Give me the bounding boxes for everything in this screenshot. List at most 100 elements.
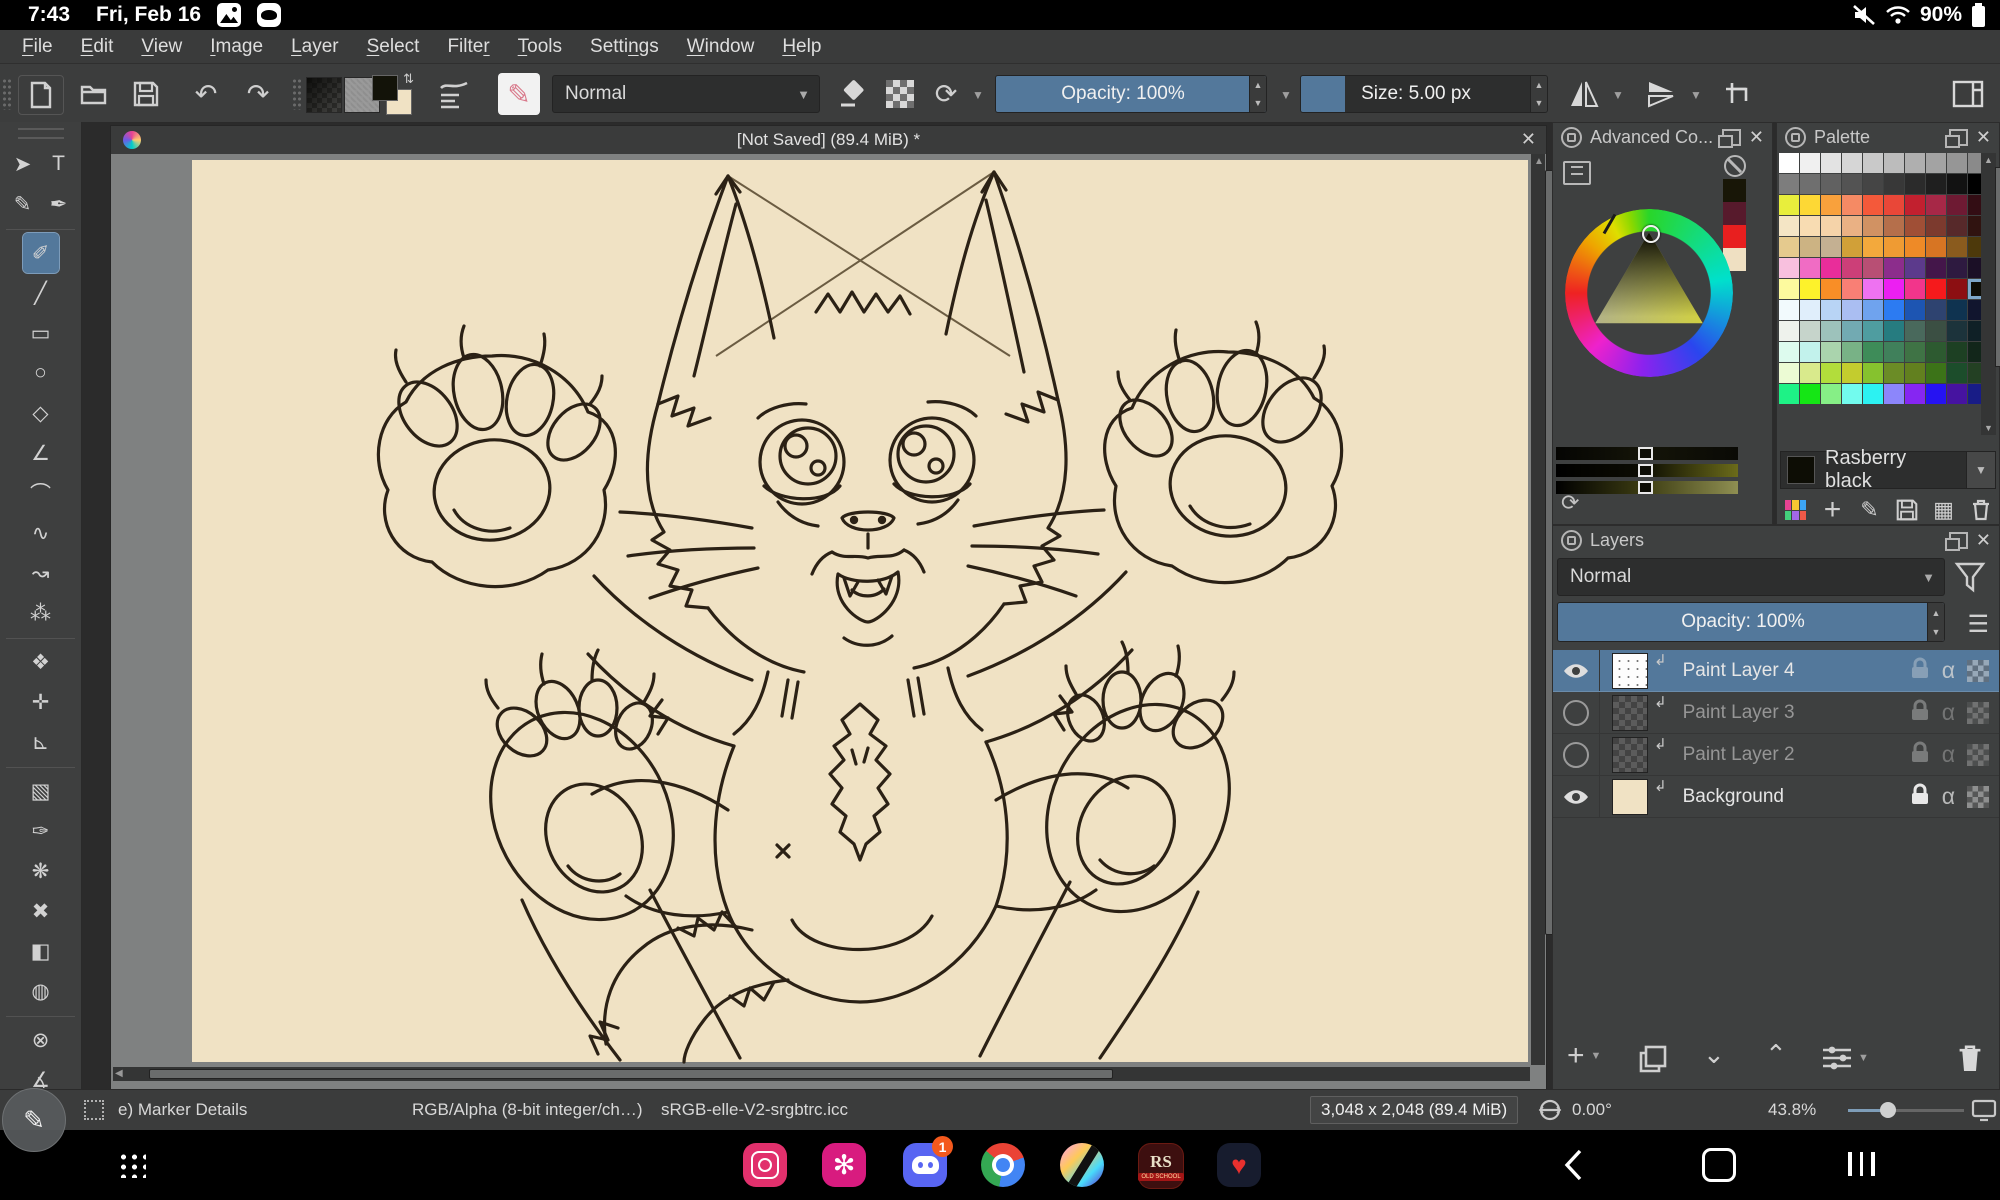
selection-indicator-icon[interactable]	[84, 1100, 104, 1120]
fill-tool[interactable]: ◧	[23, 931, 59, 971]
move-layer-up-button[interactable]: ⌃	[1765, 1039, 1787, 1070]
layer-blending-mode-dropdown[interactable]: Normal▼	[1557, 558, 1945, 596]
menu-view[interactable]: View	[127, 30, 196, 63]
palette-scrollbar-thumb[interactable]	[1995, 167, 2000, 367]
reset-rotation-icon[interactable]	[1538, 1090, 1562, 1130]
add-layer-button[interactable]: +▼	[1567, 1039, 1601, 1073]
palette-swatch[interactable]	[1884, 321, 1904, 341]
blending-mode-dropdown[interactable]: Normal▼	[552, 75, 820, 113]
palette-swatch[interactable]	[1842, 342, 1862, 362]
layer-inherit-alpha-toggle[interactable]	[1967, 786, 1989, 808]
palette-swatch[interactable]	[1800, 153, 1820, 173]
zoom-percent[interactable]: 43.8%	[1768, 1090, 1816, 1130]
palette-swatch[interactable]	[1800, 174, 1820, 194]
layer-row[interactable]: ↳ Background α	[1553, 776, 1999, 818]
shade-selector-strip-1[interactable]	[1556, 447, 1738, 460]
palette-swatch[interactable]	[1800, 300, 1820, 320]
opacity-slider[interactable]: Opacity: 100% ▲▼	[995, 75, 1267, 113]
document-close-button[interactable]: ✕	[1521, 129, 1536, 150]
menu-filter[interactable]: Filter	[433, 30, 503, 63]
palette-swatch[interactable]	[1821, 195, 1841, 215]
layer-filter-icon[interactable]	[1955, 562, 1985, 592]
palette-swatch[interactable]	[1947, 258, 1967, 278]
palette-swatch[interactable]	[1821, 300, 1841, 320]
app-drawer-button[interactable]	[118, 1152, 146, 1178]
palette-swatch[interactable]	[1863, 342, 1883, 362]
palette-swatch[interactable]	[1926, 237, 1946, 257]
palette-swatch[interactable]	[1926, 153, 1946, 173]
shade-selector-strip-3[interactable]	[1556, 481, 1738, 494]
layer-inherit-alpha-toggle[interactable]	[1967, 702, 1989, 724]
document-titlebar[interactable]: [Not Saved] (89.4 MiB) * ✕	[111, 126, 1546, 154]
multibrush-tool[interactable]: ⁂	[23, 593, 59, 633]
layer-thumbnail[interactable]	[1612, 695, 1648, 731]
menu-image[interactable]: Image	[196, 30, 277, 63]
polygon-tool[interactable]: ◇	[23, 393, 59, 433]
floating-brush-button[interactable]: ✎	[2, 1088, 66, 1152]
layer-properties-button[interactable]: ▼	[1821, 1045, 1869, 1071]
palette-swatch[interactable]	[1779, 216, 1799, 236]
palette-swatch[interactable]	[1884, 342, 1904, 362]
smart-patch-tool[interactable]: ✖	[23, 891, 59, 931]
layer-row[interactable]: ↳ Paint Layer 4 α	[1553, 650, 1999, 692]
palette-swatch[interactable]	[1779, 195, 1799, 215]
discord-app-icon[interactable]: 1	[903, 1143, 947, 1187]
text-tool[interactable]: T	[41, 144, 77, 184]
palette-swatch[interactable]	[1800, 342, 1820, 362]
menu-help[interactable]: Help	[768, 30, 835, 63]
palette-swatch[interactable]	[1779, 342, 1799, 362]
mirror-horizontal-caret[interactable]: ▼	[1612, 88, 1624, 102]
palette-swatch[interactable]	[1926, 258, 1946, 278]
runescape-app-icon[interactable]: RS OLD SCHOOL	[1138, 1143, 1184, 1189]
palette-swatch[interactable]	[1905, 174, 1925, 194]
brush-settings-button[interactable]	[432, 75, 476, 113]
move-layer-down-button[interactable]: ⌄	[1703, 1039, 1725, 1070]
add-color-button[interactable]: +	[1818, 496, 1848, 524]
palette-swatch[interactable]	[1779, 153, 1799, 173]
palette-swatch[interactable]	[1905, 342, 1925, 362]
chrome-app-icon[interactable]	[981, 1143, 1025, 1187]
palette-swatch[interactable]	[1821, 321, 1841, 341]
palette-swatch[interactable]	[1842, 174, 1862, 194]
layer-opacity-slider[interactable]: Opacity: 100% ▲▼	[1557, 602, 1945, 642]
history-swatch[interactable]	[1723, 225, 1746, 248]
current-brush-name[interactable]: e) Marker Details	[118, 1090, 247, 1130]
workspace-chooser-button[interactable]	[1946, 75, 1990, 113]
select-shapes-tool[interactable]: ➤	[5, 144, 41, 184]
palette-swatch[interactable]	[1779, 258, 1799, 278]
palette-swatch[interactable]	[1905, 258, 1925, 278]
palette-swatch[interactable]	[1821, 363, 1841, 383]
recents-button[interactable]	[1848, 1152, 1875, 1176]
docker-float-button[interactable]	[1722, 129, 1741, 146]
layer-lock-toggle[interactable]	[1910, 657, 1930, 684]
ellipse-tool[interactable]: ○	[23, 353, 59, 393]
layer-row[interactable]: ↳ Paint Layer 3 α	[1553, 692, 1999, 734]
gradient-tool[interactable]: ▧	[23, 771, 59, 811]
sketchbook-app-icon[interactable]	[1060, 1143, 1104, 1187]
palette-swatch[interactable]	[1821, 153, 1841, 173]
image-dimensions-button[interactable]: 3,048 x 2,048 (89.4 MiB)	[1310, 1096, 1518, 1124]
palette-swatch[interactable]	[1926, 174, 1946, 194]
undo-button[interactable]: ↶	[184, 75, 228, 113]
docker-close-button[interactable]: ✕	[1976, 530, 1991, 551]
layer-thumbnail[interactable]	[1612, 737, 1648, 773]
menu-tools[interactable]: Tools	[504, 30, 576, 63]
palette-dropdown-button[interactable]: ▼	[1966, 452, 1995, 488]
vertical-scrollbar[interactable]: ▲	[1531, 154, 1545, 1065]
sv-marker[interactable]	[1642, 225, 1660, 243]
palette-swatch[interactable]	[1884, 279, 1904, 299]
palette-swatch[interactable]	[1947, 363, 1967, 383]
dynamic-brush-tool[interactable]: ↝	[23, 553, 59, 593]
palette-swatch[interactable]	[1842, 279, 1862, 299]
docker-float-button[interactable]	[1949, 129, 1968, 146]
palette-swatch[interactable]	[1821, 279, 1841, 299]
palette-swatch[interactable]	[1926, 279, 1946, 299]
color-profile-label[interactable]: sRGB-elle-V2-srgbtrc.icc	[661, 1090, 848, 1130]
menu-settings[interactable]: Settings	[576, 30, 673, 63]
brush-preset-chooser[interactable]: ✎	[498, 73, 540, 115]
palette-swatch[interactable]	[1947, 195, 1967, 215]
layer-visibility-toggle[interactable]	[1553, 734, 1600, 775]
palette-swatch[interactable]	[1884, 384, 1904, 404]
polyline-tool[interactable]: ∠	[23, 433, 59, 473]
layer-inherit-alpha-toggle[interactable]	[1967, 744, 1989, 766]
